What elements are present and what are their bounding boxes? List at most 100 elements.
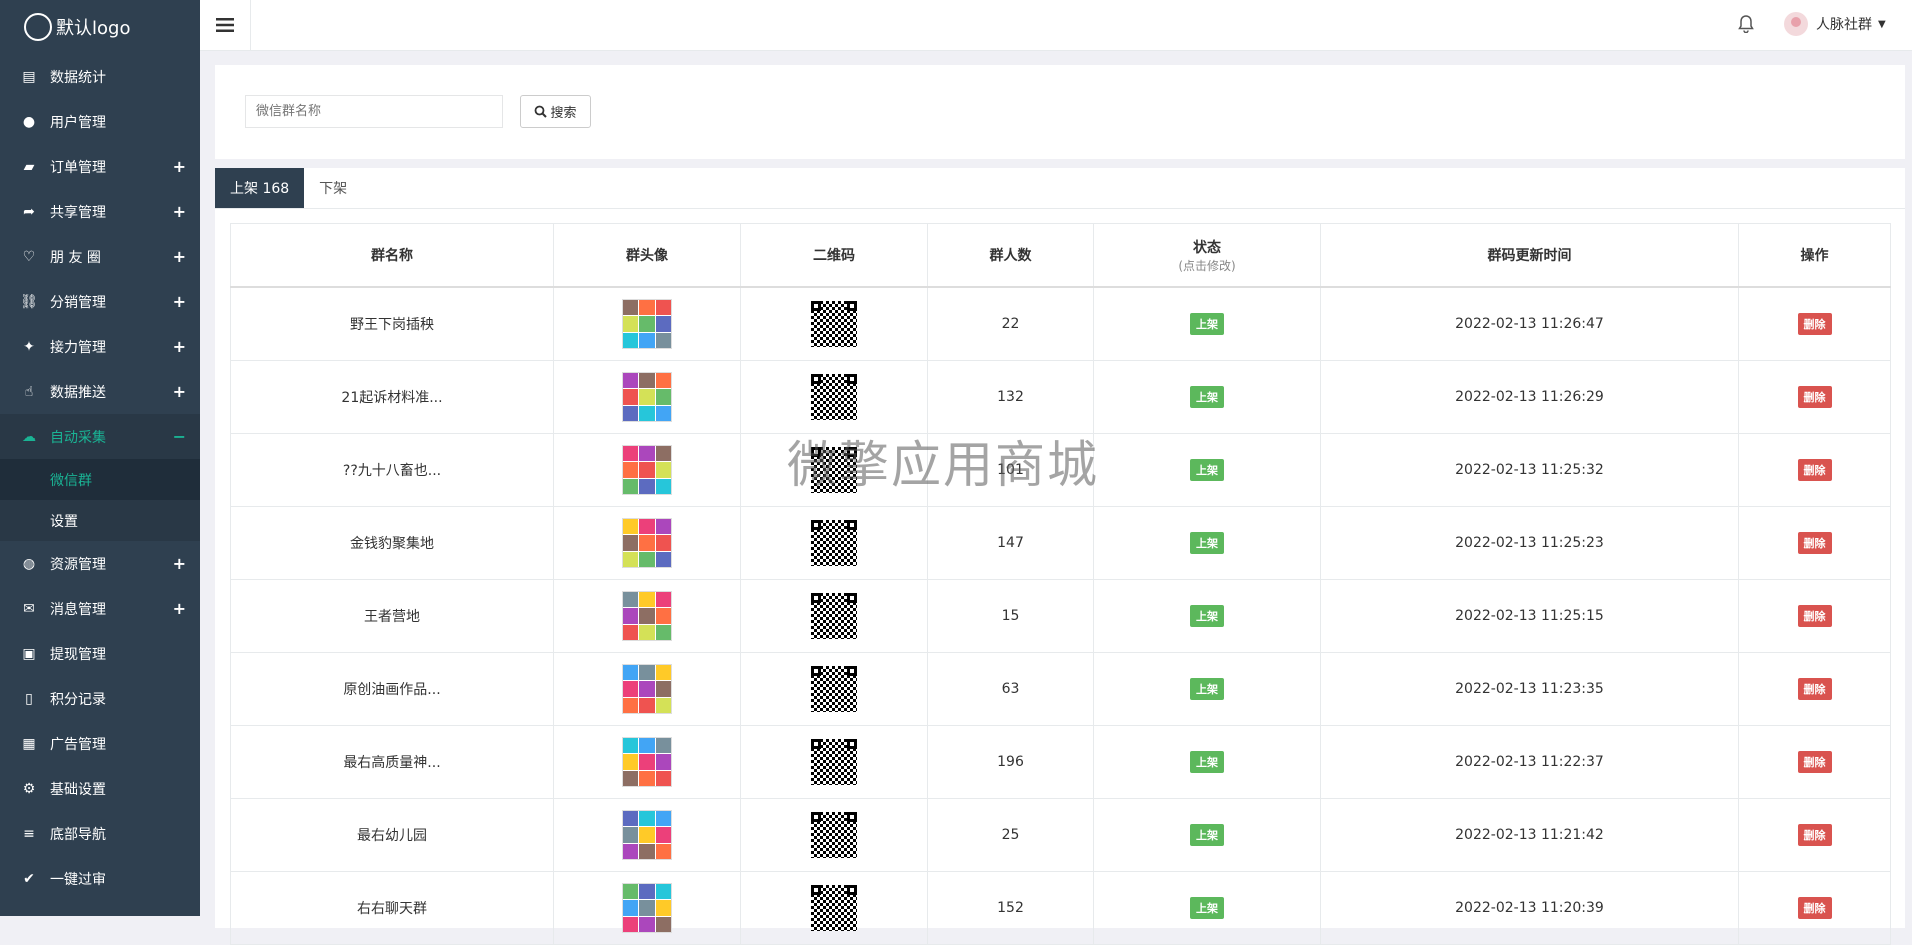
delete-button[interactable]: 删除 <box>1797 751 1832 773</box>
status-toggle-button[interactable]: 上架 <box>1190 605 1224 627</box>
search-input[interactable] <box>245 95 503 128</box>
sidebar-item-2[interactable]: ▰ 订单管理 + <box>0 144 200 189</box>
group-updated-cell: 2022-02-13 11:22:37 <box>1320 725 1739 799</box>
group-updated-cell: 2022-02-13 11:26:29 <box>1320 360 1739 434</box>
group-avatar-image <box>622 518 672 568</box>
group-qrcode-cell <box>740 433 928 507</box>
header-qrcode: 二维码 <box>740 223 928 288</box>
tab-unlisted[interactable]: 下架 <box>304 168 362 208</box>
sidebar-item-4[interactable]: ♡ 朋 友 圈 + <box>0 234 200 279</box>
sidebar-item-7[interactable]: ☝ 数据推送 + <box>0 369 200 414</box>
logo-icon <box>24 13 52 41</box>
table-row: 金钱豹聚集地 147 上架 2022-02-13 11:25:23 删除 <box>230 506 1891 580</box>
delete-button[interactable]: 删除 <box>1797 678 1832 700</box>
status-toggle-button[interactable]: 上架 <box>1190 824 1224 846</box>
sidebar-item-label: 数据统计 <box>50 69 106 86</box>
qrcode-image[interactable] <box>811 447 857 493</box>
group-name-cell: 右右聊天群 <box>230 871 554 945</box>
sidebar-item-3[interactable]: ➦ 共享管理 + <box>0 189 200 234</box>
qrcode-image[interactable] <box>811 739 857 785</box>
sidebar-item-15[interactable]: ≡ 底部导航 <box>0 811 200 856</box>
sidebar-item-5[interactable]: ⛓ 分销管理 + <box>0 279 200 324</box>
sidebar-item-6[interactable]: ✦ 接力管理 + <box>0 324 200 369</box>
header-avatar: 群头像 <box>553 223 741 288</box>
bell-icon <box>1738 15 1754 34</box>
sidebar-subitem-0[interactable]: 微信群 <box>0 459 200 500</box>
thumbs-up-icon: ☝ <box>24 383 34 400</box>
group-avatar-cell <box>553 360 741 434</box>
sidebar-item-9[interactable]: ◍ 资源管理 + <box>0 541 200 586</box>
header-action: 操作 <box>1738 223 1891 288</box>
sidebar-item-12[interactable]: ▯ 积分记录 <box>0 676 200 721</box>
sidebar-subitem-1[interactable]: 设置 <box>0 500 200 541</box>
delete-button[interactable]: 删除 <box>1797 459 1832 481</box>
status-toggle-button[interactable]: 上架 <box>1190 313 1224 335</box>
sidebar-item-16[interactable]: ✔ 一键过审 <box>0 856 200 901</box>
qrcode-image[interactable] <box>811 812 857 858</box>
search-button-label: 搜索 <box>550 106 577 121</box>
group-members-cell: 152 <box>927 871 1094 945</box>
status-toggle-button[interactable]: 上架 <box>1190 532 1224 554</box>
group-avatar-cell <box>553 725 741 799</box>
table-row: 野王下岗插秧 22 上架 2022-02-13 11:26:47 删除 <box>230 286 1891 361</box>
sidebar-item-label: 资源管理 <box>50 556 106 573</box>
qrcode-image[interactable] <box>811 374 857 420</box>
sidebar-item-1[interactable]: ● 用户管理 <box>0 99 200 144</box>
group-action-cell: 删除 <box>1738 579 1891 653</box>
sidebar-item-14[interactable]: ⚙ 基础设置 <box>0 766 200 811</box>
sidebar-item-11[interactable]: ▣ 提现管理 <box>0 631 200 676</box>
table-row: 原创油画作品... 63 上架 2022-02-13 11:23:35 删除 <box>230 652 1891 726</box>
search-button[interactable]: 搜索 <box>520 95 591 128</box>
sidebar-item-17[interactable]: ⚡插件市场 <box>0 901 200 917</box>
tab-bar: 上架 168 下架 <box>215 168 1905 209</box>
expand-icon: + <box>172 554 186 573</box>
status-toggle-button[interactable]: 上架 <box>1190 678 1224 700</box>
status-toggle-button[interactable]: 上架 <box>1190 751 1224 773</box>
qrcode-image[interactable] <box>811 593 857 639</box>
group-action-cell: 删除 <box>1738 506 1891 580</box>
delete-button[interactable]: 删除 <box>1797 605 1832 627</box>
table-row: ??九十八畜也... 101 上架 2022-02-13 11:25:32 删除 <box>230 433 1891 507</box>
heart-icon: ♡ <box>22 248 36 265</box>
user-menu[interactable]: 人脉社群 ▼ <box>1784 12 1886 36</box>
expand-icon: + <box>172 337 186 356</box>
sidebar-item-10[interactable]: ✉ 消息管理 + <box>0 586 200 631</box>
qrcode-image[interactable] <box>811 520 857 566</box>
sidebar-item-0[interactable]: ▤ 数据统计 <box>0 54 200 99</box>
expand-icon: + <box>172 599 186 618</box>
group-status-cell: 上架 <box>1093 798 1321 872</box>
group-name-cell: 最右幼儿园 <box>230 798 554 872</box>
menu-toggle-button[interactable] <box>200 0 251 50</box>
status-toggle-button[interactable]: 上架 <box>1190 386 1224 408</box>
group-table-wrap: 群名称 群头像 二维码 群人数 状态 (点击修改) 群码更新时间 操作 野王下岗插… <box>230 223 1891 945</box>
delete-button[interactable]: 删除 <box>1797 386 1832 408</box>
group-table: 群名称 群头像 二维码 群人数 状态 (点击修改) 群码更新时间 操作 野王下岗插… <box>230 223 1891 945</box>
sidebar-item-13[interactable]: ▦ 广告管理 <box>0 721 200 766</box>
group-qrcode-cell <box>740 286 928 361</box>
group-qrcode-cell <box>740 506 928 580</box>
delete-button[interactable]: 删除 <box>1797 824 1832 846</box>
delete-button[interactable]: 删除 <box>1797 313 1832 335</box>
status-toggle-button[interactable]: 上架 <box>1190 459 1224 481</box>
cloud-download-icon: ☁ <box>22 428 36 445</box>
sidebar-item-label: 积分记录 <box>50 691 106 708</box>
notification-button[interactable] <box>1738 15 1754 37</box>
search-panel: 搜索 <box>215 65 1905 159</box>
user-icon: ● <box>22 113 36 130</box>
collapse-icon: − <box>172 427 186 446</box>
header-members: 群人数 <box>927 223 1094 288</box>
group-qrcode-cell <box>740 360 928 434</box>
group-avatar-cell <box>553 286 741 361</box>
sidebar-item-label: 自动采集 <box>50 429 106 446</box>
qrcode-image[interactable] <box>811 666 857 712</box>
qrcode-image[interactable] <box>811 885 857 931</box>
tab-listed[interactable]: 上架 168 <box>215 168 305 208</box>
logo[interactable]: 默认logo <box>0 0 200 54</box>
bars-icon <box>216 18 234 32</box>
qrcode-image[interactable] <box>811 301 857 347</box>
caret-down-icon: ▼ <box>1878 18 1886 30</box>
delete-button[interactable]: 删除 <box>1797 532 1832 554</box>
sidebar-item-8[interactable]: ☁ 自动采集 − <box>0 414 200 459</box>
group-qrcode-cell <box>740 579 928 653</box>
expand-icon: + <box>172 382 186 401</box>
